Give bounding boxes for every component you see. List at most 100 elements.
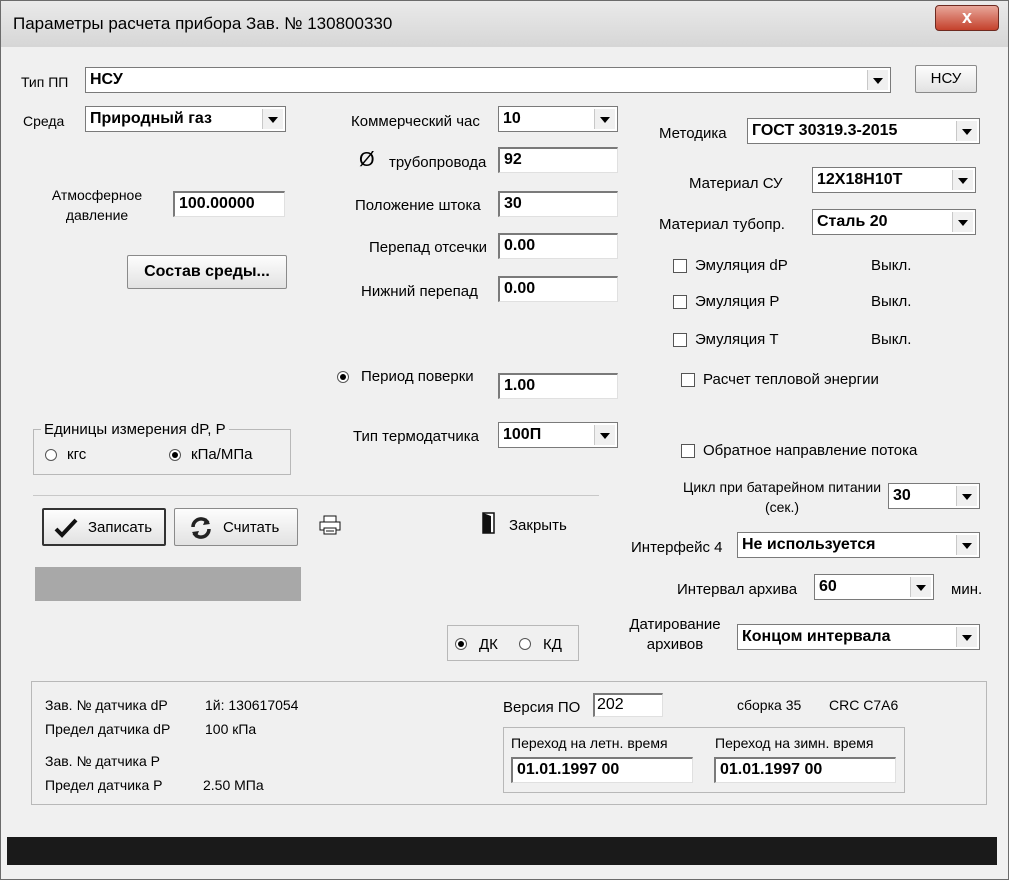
dialog-window: Параметры расчета прибора Зав. № 1308003…	[0, 0, 1009, 880]
p-serial-label: Зав. № датчика P	[45, 753, 160, 769]
summer-time-label: Переход на летн. время	[511, 735, 668, 751]
p-limit-value: 2.50 МПа	[203, 777, 264, 793]
heat-energy-label: Расчет тепловой энергии	[703, 371, 879, 388]
device-type-select[interactable]: НСУ	[85, 67, 891, 93]
emulation-dp-label: Эмуляция dP	[695, 257, 788, 274]
commercial-hour-label: Коммерческий час	[351, 113, 480, 130]
units-kpa-radio[interactable]	[169, 449, 181, 461]
chevron-down-icon[interactable]	[867, 70, 888, 90]
thermo-select[interactable]: 100П	[498, 422, 618, 448]
read-button-label: Считать	[223, 519, 280, 536]
refresh-icon	[191, 517, 211, 539]
verification-value: 1.00	[504, 377, 536, 394]
units-kgs-radio[interactable]	[45, 449, 57, 461]
write-button[interactable]: Записать	[42, 508, 166, 546]
atm-input[interactable]: 100.00000	[173, 191, 285, 217]
emulation-t-checkbox[interactable]	[673, 333, 687, 347]
commercial-hour-value: 10	[503, 110, 521, 127]
title-bar[interactable]: Параметры расчета прибора Зав. № 1308003…	[1, 1, 1008, 47]
chevron-down-icon[interactable]	[262, 109, 283, 129]
firmware-value: 202	[597, 696, 624, 713]
summer-time-input[interactable]: 01.01.1997 00	[511, 757, 693, 783]
emulation-dp-state: Выкл.	[871, 257, 912, 274]
chevron-down-icon[interactable]	[952, 170, 973, 190]
door-exit-icon[interactable]	[481, 512, 497, 534]
firmware-label: Версия ПО	[503, 699, 581, 716]
chevron-down-icon[interactable]	[956, 121, 977, 141]
crc-label: CRC C7A6	[829, 697, 899, 713]
mode-dk-label: ДК	[479, 636, 498, 653]
chevron-down-icon[interactable]	[956, 535, 977, 555]
emulation-p-checkbox[interactable]	[673, 295, 687, 309]
su-material-label: Материал СУ	[689, 175, 783, 192]
method-label: Методика	[659, 125, 727, 142]
stem-value: 30	[504, 195, 522, 212]
method-value: ГОСТ 30319.3-2015	[752, 122, 898, 139]
summer-time-value: 01.01.1997 00	[517, 761, 620, 778]
pipe-input[interactable]: 92	[498, 147, 618, 173]
stem-input[interactable]: 30	[498, 191, 618, 217]
close-button-label[interactable]: Закрыть	[509, 517, 567, 534]
read-button[interactable]: Считать	[174, 508, 298, 546]
emulation-p-label: Эмуляция P	[695, 293, 780, 310]
su-material-value: 12Х18Н10Т	[817, 171, 903, 188]
dp-limit-value: 100 кПа	[205, 721, 257, 737]
diameter-icon: Ø	[359, 149, 375, 171]
composition-button[interactable]: Состав среды...	[127, 255, 287, 289]
su-material-select[interactable]: 12Х18Н10Т	[812, 167, 976, 193]
verification-radio[interactable]	[337, 371, 349, 383]
method-select[interactable]: ГОСТ 30319.3-2015	[747, 118, 980, 144]
reverse-flow-checkbox[interactable]	[681, 444, 695, 458]
emulation-t-label: Эмуляция T	[695, 331, 779, 348]
chevron-down-icon[interactable]	[956, 627, 977, 647]
interface4-select[interactable]: Не используется	[737, 532, 980, 558]
status-bar	[7, 837, 997, 865]
emulation-t-state: Выкл.	[871, 331, 912, 348]
mode-kd-radio[interactable]	[519, 638, 531, 650]
battery-cycle-select[interactable]: 30	[888, 483, 980, 509]
write-button-label: Записать	[88, 519, 153, 536]
pipe-material-value: Сталь 20	[817, 213, 888, 230]
medium-label: Среда	[23, 113, 65, 129]
mode-dk-radio[interactable]	[455, 638, 467, 650]
units-kgs-label: кгс	[67, 446, 87, 463]
cutoff-value: 0.00	[504, 237, 536, 254]
chevron-down-icon[interactable]	[952, 212, 973, 232]
dp-serial-value: 1й: 130617054	[205, 697, 299, 713]
interface4-label: Интерфейс 4	[631, 539, 723, 556]
chevron-down-icon[interactable]	[956, 486, 977, 506]
thermo-value: 100П	[503, 426, 542, 443]
verification-input[interactable]: 1.00	[498, 373, 618, 399]
medium-value: Природный газ	[90, 110, 212, 127]
medium-select[interactable]: Природный газ	[85, 106, 286, 132]
printer-icon[interactable]	[319, 515, 341, 535]
pipe-material-select[interactable]: Сталь 20	[812, 209, 976, 235]
chevron-down-icon[interactable]	[594, 109, 615, 129]
interface4-value: Не используется	[742, 536, 876, 553]
battery-cycle-value: 30	[893, 487, 911, 504]
verification-label: Период поверки	[361, 368, 474, 385]
firmware-input: 202	[593, 693, 663, 717]
mode-kd-label: КД	[543, 636, 562, 653]
chevron-down-icon[interactable]	[594, 425, 615, 445]
device-type-button[interactable]: НСУ	[915, 65, 977, 93]
window-title: Параметры расчета прибора Зав. № 1308003…	[13, 14, 393, 33]
archive-dating-select[interactable]: Концом интервала	[737, 624, 980, 650]
archive-dating-label: Датирование архивов	[629, 616, 721, 653]
winter-time-input[interactable]: 01.01.1997 00	[714, 757, 896, 783]
build-label: сборка 35	[737, 697, 802, 713]
emulation-dp-checkbox[interactable]	[673, 259, 687, 273]
low-drop-label: Нижний перепад	[361, 283, 478, 300]
dialog-client: Тип ПП НСУ НСУ Среда Природный газ Атмос…	[7, 47, 1000, 871]
winter-time-value: 01.01.1997 00	[720, 761, 823, 778]
cutoff-label: Перепад отсечки	[369, 239, 488, 256]
device-type-label: Тип ПП	[21, 74, 69, 90]
heat-energy-checkbox[interactable]	[681, 373, 695, 387]
device-type-value: НСУ	[90, 71, 123, 88]
archive-interval-select[interactable]: 60	[814, 574, 934, 600]
cutoff-input[interactable]: 0.00	[498, 233, 618, 259]
low-drop-input[interactable]: 0.00	[498, 276, 618, 302]
chevron-down-icon[interactable]	[910, 577, 931, 597]
commercial-hour-select[interactable]: 10	[498, 106, 618, 132]
close-window-button[interactable]: x	[935, 5, 999, 31]
